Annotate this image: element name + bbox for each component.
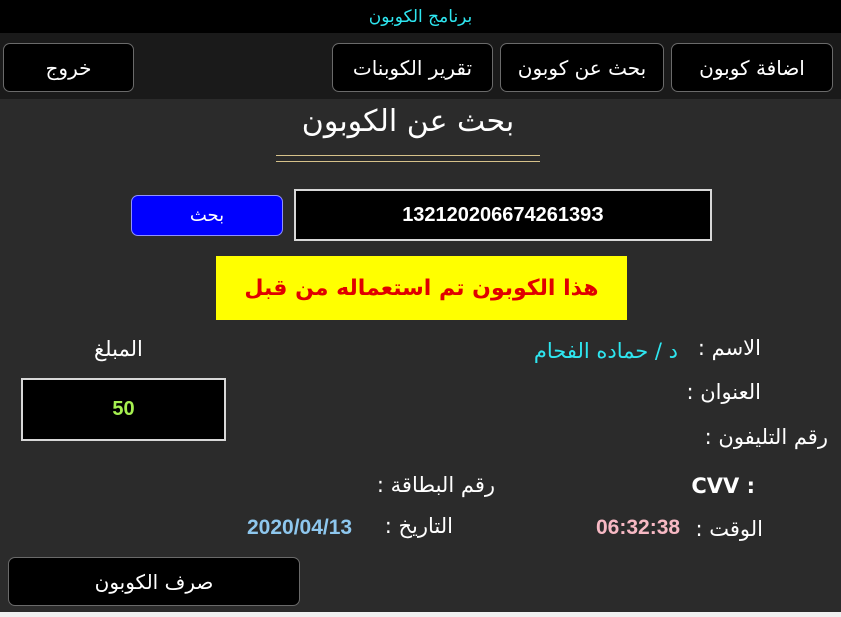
card-number-label: رقم البطاقة : (376, 473, 495, 497)
date-label: التاريخ : (384, 514, 453, 538)
date-value: 2020/04/13 (247, 516, 353, 539)
nav-bar: اضافة كوبون بحث عن كوبون تقرير الكوبنات … (0, 33, 841, 99)
amount-value: 50 (21, 378, 226, 441)
time-label: الوقت : (695, 517, 764, 541)
address-label: العنوان : (686, 380, 761, 404)
bottom-border (0, 612, 841, 617)
phone-label: رقم التليفون : (704, 425, 828, 449)
cvv-label: CVV : (691, 474, 755, 498)
add-coupon-button[interactable]: اضافة كوبون (671, 43, 833, 92)
redeem-coupon-button[interactable]: صرف الكوبون (8, 557, 300, 606)
name-label: الاسم : (697, 336, 761, 360)
coupon-used-alert: هذا الكوبون تم استعماله من قبل (216, 256, 627, 320)
amount-label: المبلغ (94, 337, 143, 361)
coupons-report-button[interactable]: تقرير الكوبنات (332, 43, 493, 92)
exit-button[interactable]: خروج (3, 43, 134, 92)
search-coupon-button[interactable]: بحث عن كوبون (500, 43, 664, 92)
window-title: برنامج الكوبون (0, 0, 841, 33)
title-underline-2 (276, 161, 540, 162)
title-underline (276, 155, 540, 156)
page-title: بحث عن الكوبون (301, 104, 515, 139)
coupon-code-input[interactable] (294, 189, 712, 241)
time-value: 06:32:38 (596, 516, 681, 539)
search-button[interactable]: بحث (131, 195, 283, 236)
name-value: د / حماده الفحام (533, 339, 678, 363)
